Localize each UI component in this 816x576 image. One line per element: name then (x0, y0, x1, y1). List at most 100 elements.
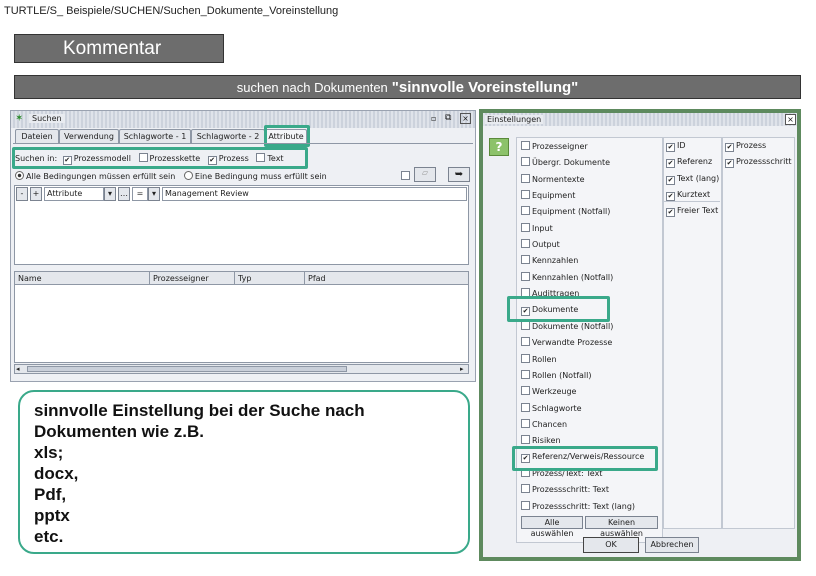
checkbox-icon[interactable] (521, 222, 530, 232)
settings-freetext-0[interactable]: ✔ Freier Text (666, 206, 718, 217)
tab-verwendung[interactable]: Verwendung (59, 129, 119, 143)
select-all-button[interactable]: Alle auswählen (521, 516, 583, 538)
col-header-prozesseigner[interactable]: Prozesseigner (153, 274, 209, 283)
settings-option-11[interactable]: Dokumente (Notfall) (521, 320, 613, 331)
note-line: docx, (34, 464, 79, 483)
checkbox-icon[interactable]: ✔ (666, 159, 675, 169)
restore-icon[interactable]: ⧉ (445, 113, 451, 123)
checkbox-icon[interactable] (521, 369, 530, 379)
chevron-down-icon[interactable]: ▾ (148, 187, 160, 201)
settings-option-7[interactable]: Kennzahlen (521, 255, 578, 265)
settings-field-0[interactable]: ✔ ID (666, 141, 686, 152)
checkbox-icon[interactable] (521, 337, 530, 347)
settings-option-2[interactable]: Normentexte (521, 173, 585, 184)
checkbox-icon[interactable] (521, 206, 530, 216)
chevron-down-icon[interactable]: ▾ (104, 187, 116, 201)
checkbox-icon[interactable] (521, 500, 530, 510)
checkbox-icon[interactable] (521, 239, 530, 249)
radio-icon[interactable] (183, 171, 193, 180)
checkbox-icon[interactable] (521, 484, 530, 494)
checkbox-icon[interactable] (521, 402, 530, 412)
checkbox-icon[interactable]: ✔ (725, 143, 734, 152)
option-label: Equipment (532, 191, 576, 201)
horizontal-scrollbar[interactable]: ◂ ▸ (14, 364, 469, 374)
checkbox-icon[interactable] (521, 418, 530, 428)
settings-option-18[interactable]: Risiken (521, 435, 561, 445)
settings-option-14[interactable]: Rollen (Notfall) (521, 369, 592, 380)
settings-option-12[interactable]: Verwandte Prozesse (521, 337, 612, 347)
criteria-area: - + Attribute ▾ … = ▾ Management Review (14, 185, 469, 265)
option-label: Text (lang) (677, 173, 720, 183)
add-criteria-button[interactable]: + (30, 187, 42, 201)
option-label: Referenz (677, 157, 713, 167)
tab-schlagworte-2[interactable]: Schlagworte - 2 (191, 129, 265, 143)
criteria-value-input[interactable]: Management Review (162, 187, 467, 201)
checkbox-icon[interactable] (521, 173, 530, 183)
checkbox-icon[interactable]: ✔ (666, 143, 675, 152)
settings-option-15[interactable]: Werkzeuge (521, 386, 576, 396)
tab-schlagworte-1[interactable]: Schlagworte - 1 (119, 129, 191, 143)
settings-titlebar[interactable]: Einstellungen × (483, 113, 797, 126)
radio-all[interactable]: Alle Bedingungen müssen erfüllt sein (15, 171, 175, 181)
comment-label: Kommentar (14, 34, 224, 63)
more-button[interactable]: … (118, 187, 130, 201)
settings-option-21[interactable]: Prozessschritt: Text (521, 484, 609, 494)
checkbox-icon[interactable] (521, 157, 530, 167)
option-label: Kennzahlen (Notfall) (532, 272, 614, 282)
search-window-titlebar[interactable]: ✶ Suchen ▫ ⧉ × (11, 111, 475, 128)
settings-option-13[interactable]: Rollen (521, 353, 557, 364)
eraser-button[interactable]: ▱ (414, 167, 436, 182)
help-icon[interactable]: ? (489, 138, 509, 156)
checkbox-icon[interactable] (521, 435, 530, 445)
checkbox-icon[interactable] (521, 255, 530, 265)
select-none-button[interactable]: Keinen auswählen (585, 516, 658, 538)
radio-any[interactable]: Eine Bedingung muss erfüllt sein (183, 171, 327, 181)
tab-dateien[interactable]: Dateien (15, 129, 59, 143)
settings-field-3[interactable]: ✔ Kurztext (666, 190, 710, 202)
col-header-typ[interactable]: Typ (238, 274, 251, 283)
settings-option-0[interactable]: Prozesseigner (521, 141, 588, 151)
condition-radios: Alle Bedingungen müssen erfüllt sein Ein… (15, 171, 327, 181)
remove-criteria-button[interactable]: - (16, 187, 28, 201)
col-header-name[interactable]: Name (18, 274, 42, 283)
criteria-field-select[interactable]: Attribute (44, 187, 104, 201)
option-label: Prozesseigner (532, 142, 588, 151)
radio-selected-icon[interactable] (15, 171, 24, 180)
minimize-icon[interactable]: ▫ (431, 114, 436, 123)
settings-scope-1[interactable]: ✔ Prozessschritt (725, 157, 792, 169)
scroll-right-icon[interactable]: ▸ (460, 365, 464, 373)
checkbox-icon[interactable] (521, 353, 530, 363)
checkbox-icon[interactable] (521, 386, 530, 396)
settings-option-17[interactable]: Chancen (521, 418, 567, 429)
scroll-left-icon[interactable]: ◂ (16, 365, 20, 373)
settings-option-3[interactable]: Equipment (521, 190, 575, 200)
settings-option-1[interactable]: Übergr. Dokumente (521, 157, 610, 167)
option-checkbox[interactable] (401, 171, 410, 180)
checkbox-icon[interactable] (521, 190, 530, 200)
checkbox-icon[interactable]: ✔ (666, 192, 675, 202)
checkbox-icon[interactable] (521, 320, 530, 330)
arrow-right-button[interactable]: ➥ (448, 167, 470, 182)
criteria-operator-select[interactable]: = (132, 187, 148, 201)
settings-option-16[interactable]: Schlagworte (521, 402, 582, 413)
close-icon[interactable]: × (460, 113, 471, 124)
checkbox-icon[interactable] (521, 141, 530, 150)
settings-option-5[interactable]: Input (521, 222, 553, 233)
col-header-pfad[interactable]: Pfad (308, 274, 326, 283)
settings-field-2[interactable]: ✔ Text (lang) (666, 174, 719, 185)
checkbox-icon[interactable]: ✔ (666, 175, 675, 185)
settings-option-4[interactable]: Equipment (Notfall) (521, 206, 610, 216)
cancel-button[interactable]: Abbrechen (645, 537, 699, 553)
close-icon[interactable]: × (785, 114, 796, 125)
checkbox-icon[interactable]: ✔ (666, 208, 675, 217)
settings-option-6[interactable]: Output (521, 239, 560, 249)
checkbox-icon[interactable] (521, 271, 530, 281)
scroll-thumb[interactable] (27, 366, 347, 372)
settings-field-1[interactable]: ✔ Referenz (666, 157, 713, 169)
option-label: Freier Text (677, 206, 719, 215)
settings-scope-0[interactable]: ✔ Prozess (725, 141, 766, 152)
ok-button[interactable]: OK (583, 537, 639, 553)
checkbox-icon[interactable]: ✔ (725, 159, 734, 169)
settings-option-8[interactable]: Kennzahlen (Notfall) (521, 271, 614, 282)
settings-option-22[interactable]: Prozessschritt: Text (lang) (521, 500, 635, 511)
